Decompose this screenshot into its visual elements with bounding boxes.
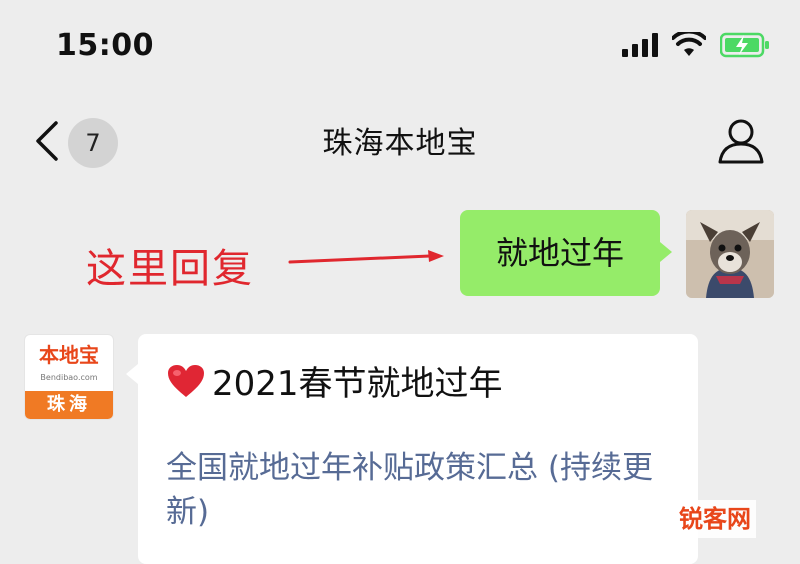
logo-city-label: 珠海 <box>25 391 113 419</box>
sent-message-bubble[interactable]: 就地过年 <box>460 210 672 296</box>
status-bar: 15:00 <box>0 0 800 95</box>
logo-domain-text: Bendibao.com <box>40 373 98 382</box>
chat-title: 珠海本地宝 <box>322 126 478 161</box>
heart-icon <box>168 364 204 397</box>
person-icon[interactable] <box>716 118 766 164</box>
message-title: 2021春节就地过年 <box>212 364 503 404</box>
watermark: 锐客网 <box>674 500 756 538</box>
dog-avatar-image <box>686 210 774 298</box>
received-message-bubble: 2021春节就地过年 全国就地过年补贴政策汇总 (持续更新) <box>126 334 698 564</box>
logo-text: 本地宝 <box>39 343 99 367</box>
wifi-icon <box>672 32 706 56</box>
battery-charging-icon <box>720 32 769 58</box>
message-title-row: 2021春节就地过年 <box>166 356 503 405</box>
signal-icon <box>622 33 658 57</box>
user-avatar[interactable] <box>686 210 774 298</box>
status-icons <box>622 32 770 58</box>
arrow-right-icon <box>288 250 444 264</box>
annotation-label: 这里回复 <box>86 246 254 292</box>
bot-avatar[interactable]: 本地宝 Bendibao.com 珠海 <box>24 334 114 420</box>
article-link[interactable]: 全国就地过年补贴政策汇总 (持续更新) <box>166 446 676 534</box>
status-time: 15:00 <box>56 28 154 63</box>
